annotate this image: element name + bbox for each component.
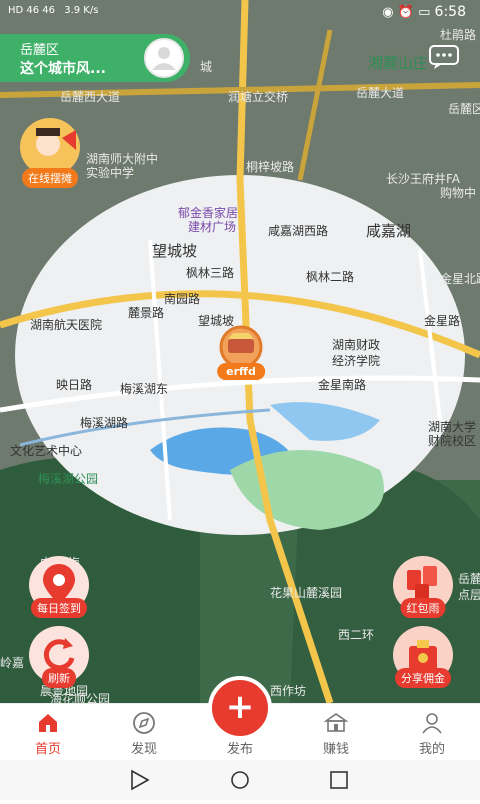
map-label: 麓景路 [128,306,165,320]
system-nav-bar [0,760,480,800]
store-marker-label: erffd [217,363,265,380]
home-nav-icon[interactable] [231,771,249,789]
tab-label: 首页 [34,742,61,757]
tab-mine[interactable]: 我的 [384,704,480,761]
map-label: 金星北路 [440,272,480,286]
status-signal: HD 46 46 3.9 K/s [8,5,98,16]
eye-icon: ◉ [382,5,394,20]
home-icon [39,714,57,732]
stall-label: 在线摆摊 [22,168,78,188]
tab-label: 发现 [130,742,157,757]
map-label: 购物中 [440,186,477,200]
refresh-button[interactable]: 刷新 [24,626,94,688]
plus-icon: + [225,687,255,728]
map-label: 西作坊 [270,684,307,698]
map-label: 梅溪湖公园 [38,472,99,486]
map-label: 金星南路 [318,378,367,392]
chat-icon [429,45,459,69]
map-label: 西二环 [338,628,375,642]
tab-label: 我的 [418,742,445,757]
refresh-label: 刷新 [42,668,76,688]
tab-label: 发布 [226,742,253,757]
tab-home[interactable]: 首页 [0,704,96,761]
map-label: 财院校区 [428,434,477,448]
status-bar: HD 46 46 3.9 K/s ◉ ⏰ ▭ 6:58 [0,0,480,26]
nav-icons [131,769,348,791]
share-label: 分享佣金 [395,668,451,688]
map-label: 文化艺术中心 [10,444,83,458]
map-label: 岳麓区 [448,102,480,116]
map-label: 城 [200,60,213,74]
map-label: 枫林三路 [186,266,235,280]
compass-icon [133,712,155,734]
map-label: 岭嘉 [0,656,25,670]
map-label: 岳麓 [458,572,480,586]
signal-text: HD 46 46 [8,5,56,16]
map-label: 梅溪湖东 [120,382,169,396]
battery-icon: ▭ [418,5,431,20]
tab-earn[interactable]: 赚钱 [288,704,384,761]
map-label: 桐梓坡路 [246,160,295,174]
district-label: 岳麓区 [20,43,60,58]
publish-button[interactable]: + [208,676,272,740]
message-button[interactable] [428,44,460,70]
map-label: 咸嘉湖 [366,222,412,240]
map-label: 湘麓山庄 [368,54,429,72]
red-packet-label: 红包雨 [400,598,446,618]
network-speed: 3.9 K/s [64,5,99,16]
recents-icon[interactable] [330,771,348,789]
status-right: ◉ ⏰ ▭ 6:58 [382,4,466,20]
back-icon[interactable] [131,769,150,791]
map-label: 岳麓大道 [356,86,405,100]
map-label: 南园路 [164,292,201,306]
map-label: 海花顺公园 [50,692,111,703]
map-label: 咸嘉湖西路 [268,224,329,238]
map-label: 点层 [458,588,480,602]
map-label: 枫林二路 [306,270,355,284]
map-label: 岳麓西大道 [60,90,121,104]
map-label: 建材广场 [188,220,237,234]
map-label: 湖南航天医院 [30,318,103,332]
red-packet-button[interactable]: 红包雨 [388,556,458,618]
map-label: 湖南财政 [332,338,381,352]
clock: 6:58 [434,4,466,20]
tab-discover[interactable]: 发现 [96,704,192,761]
map-label: 望城坡 [152,242,198,260]
checkin-label: 每日签到 [31,598,87,618]
city-label: 这个城市风... [20,61,106,77]
bank-icon [324,713,348,732]
user-avatar-icon [152,47,176,70]
map-label: 杜鹃路 [440,28,477,42]
map-label: 梅溪湖路 [80,416,129,430]
map-label: 映日路 [56,378,93,392]
alarm-icon: ⏰ [397,5,414,20]
map-label: 实验中学 [86,166,135,180]
map-label: 经济学院 [332,354,381,368]
share-commission-button[interactable]: 分享佣金 [388,626,458,688]
map-label: 润塘立交桥 [228,90,289,104]
user-icon [422,713,442,734]
daily-checkin-button[interactable]: 每日签到 [24,556,94,618]
map-label: 金星路 [424,314,461,328]
avatar[interactable] [144,38,184,78]
online-stall-button[interactable]: 在线摆摊 [10,118,90,188]
map-label: 花果山麓溪园 [270,586,343,600]
store-marker[interactable]: erffd [213,325,269,381]
location-bar[interactable]: 岳麓区 这个城市风... [0,34,190,82]
tab-label: 赚钱 [322,742,349,757]
